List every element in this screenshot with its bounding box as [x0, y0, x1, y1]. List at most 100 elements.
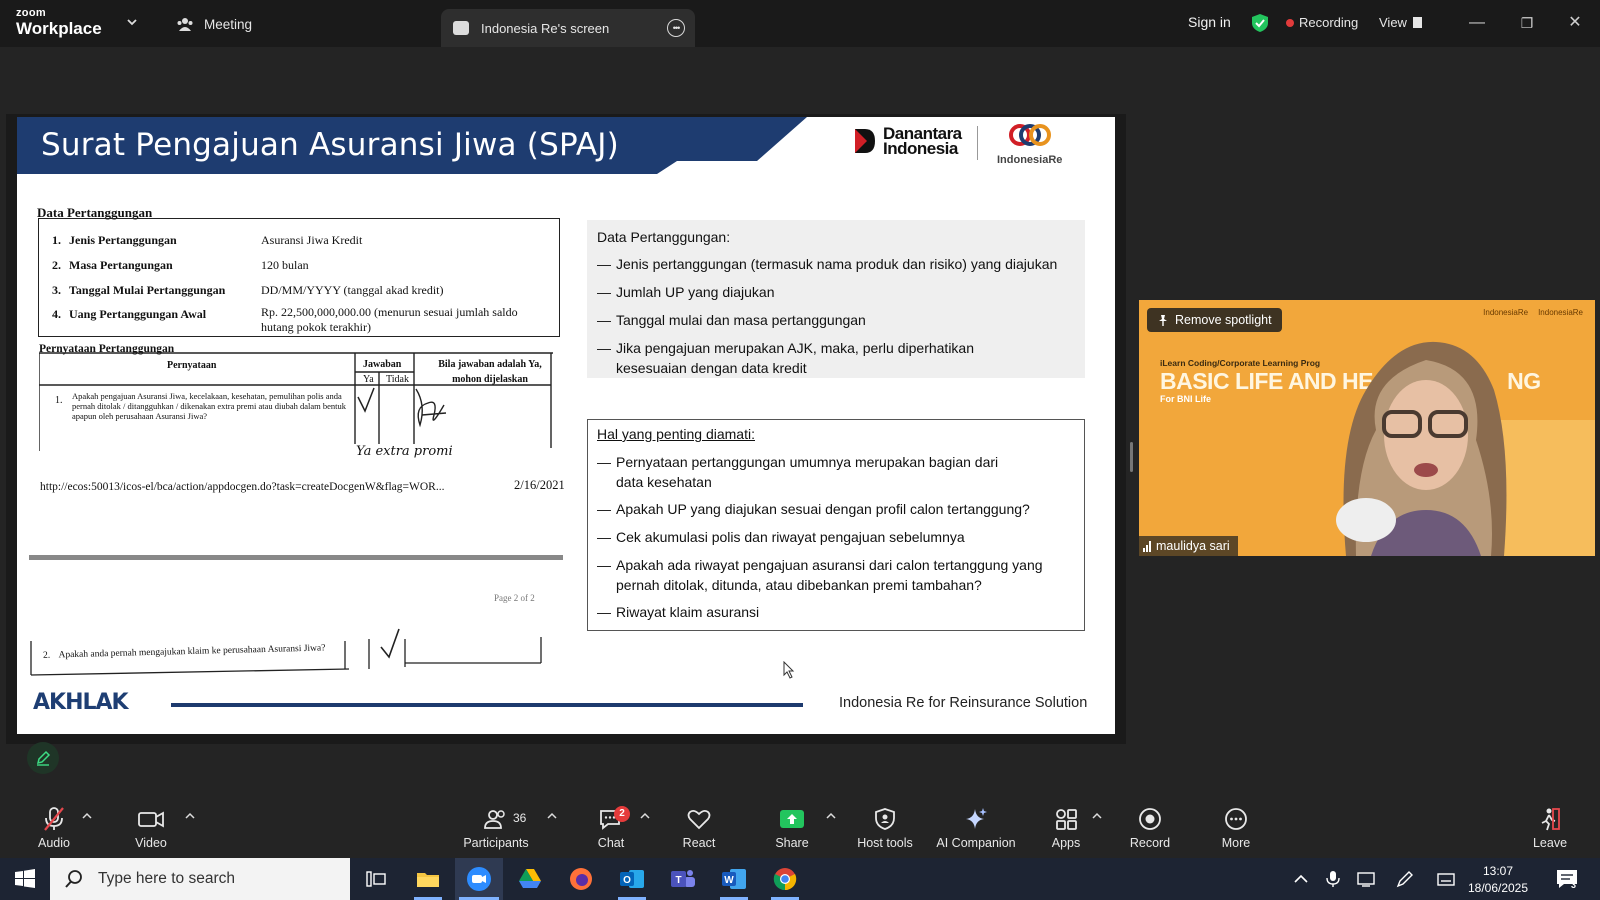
view-button[interactable]: View	[1379, 15, 1422, 30]
video-options-caret-icon[interactable]	[185, 812, 195, 820]
doc-row-value: DD/MM/YYYY (tanggal akad kredit)	[261, 283, 444, 297]
search-icon	[65, 870, 82, 888]
handwritten-note: Ya extra promi	[356, 444, 453, 459]
chat-options-caret-icon[interactable]	[640, 812, 650, 820]
record-button[interactable]: Record	[1110, 796, 1190, 856]
search-placeholder: Type here to search	[98, 870, 235, 887]
close-icon[interactable]: ✕	[1564, 12, 1586, 34]
share-options-caret-icon[interactable]	[826, 812, 836, 820]
word-icon[interactable]: W	[710, 858, 758, 900]
tab-shared-screen[interactable]: Indonesia Re's screen •••	[441, 9, 695, 47]
chat-unread-badge: 2	[614, 806, 630, 822]
apps-label: Apps	[1051, 836, 1081, 850]
recording-indicator[interactable]: Recording	[1286, 15, 1358, 30]
outlook-icon[interactable]: O	[608, 858, 656, 900]
firefox-icon[interactable]	[557, 858, 605, 900]
list-item: — Jumlah UP yang diajukan	[597, 282, 1075, 303]
doc-row-4: 4.	[52, 307, 61, 322]
participant-video-tile[interactable]: IndonesiaRe IndonesiaRe iLearn Coding/Cor…	[1139, 300, 1595, 556]
list-item-text: Riwayat klaim asuransi	[616, 604, 760, 620]
danantara-logo: Danantara Indonesia	[853, 125, 962, 157]
windows-start-icon[interactable]	[14, 868, 36, 890]
list-item: — Jenis pertanggungan (termasuk nama prod…	[597, 254, 1075, 275]
doc-page-number: Page 2 of 2	[494, 593, 535, 603]
video-bg-course: iLearn Coding/Corporate Learning Prog	[1160, 358, 1321, 368]
annotate-button[interactable]	[27, 742, 59, 774]
react-label: React	[682, 836, 716, 850]
audio-options-caret-icon[interactable]	[82, 812, 92, 820]
doc-row-label-text: Masa Pertangungan	[69, 258, 173, 272]
share-label: Share	[775, 836, 809, 850]
bullet-dash: —	[597, 557, 611, 573]
chat-button[interactable]: Chat	[571, 796, 651, 856]
audio-button[interactable]: Audio	[14, 796, 94, 856]
teams-icon[interactable]: T	[659, 858, 707, 900]
more-options-icon[interactable]: •••	[667, 19, 685, 37]
doc-row-3: 3.	[52, 283, 61, 298]
tray-pen-icon[interactable]	[1396, 870, 1414, 888]
doc-row-label-text: Jenis Pertanggungan	[69, 233, 177, 247]
tray-keyboard-icon[interactable]	[1437, 870, 1455, 888]
more-button[interactable]: More	[1196, 796, 1276, 856]
remove-spotlight-label: Remove spotlight	[1175, 313, 1272, 327]
panel-resize-handle[interactable]	[1130, 442, 1133, 472]
tab-meeting[interactable]: Meeting	[176, 14, 252, 34]
video-bg-logo: IndonesiaRe	[1483, 308, 1529, 317]
participants-options-caret-icon[interactable]	[547, 812, 557, 820]
record-icon	[1139, 808, 1161, 830]
share-button[interactable]: Share	[752, 796, 832, 856]
react-button[interactable]: React	[659, 796, 739, 856]
zoom-workplace-logo: zoom Workplace	[16, 8, 102, 38]
sign-in-button[interactable]: Sign in	[1188, 14, 1231, 30]
taskbar-clock[interactable]: 13:07 18/06/2025	[1463, 863, 1533, 897]
svg-text:O: O	[623, 875, 631, 886]
doc-row-value: 120 bulan	[261, 258, 309, 272]
task-view-icon[interactable]	[352, 858, 400, 900]
chevron-down-icon[interactable]	[126, 16, 138, 28]
q2-number: 2.	[42, 650, 51, 661]
recording-label: Recording	[1299, 15, 1359, 30]
more-dots-icon	[1225, 808, 1247, 830]
tray-display-icon[interactable]	[1357, 870, 1375, 888]
chrome-icon[interactable]	[761, 858, 809, 900]
bullet-dash: —	[597, 312, 611, 328]
apps-icon	[1056, 809, 1077, 830]
taskbar-search-box[interactable]: Type here to search	[50, 858, 350, 900]
ai-companion-label: AI Companion	[936, 836, 1016, 850]
bullet-dash: —	[597, 256, 611, 272]
host-tools-label: Host tools	[857, 836, 913, 850]
tab-shared-screen-label: Indonesia Re's screen	[481, 20, 610, 36]
apps-button[interactable]: Apps	[1026, 796, 1106, 856]
doc-row-label: Masa Pertangungan	[69, 258, 173, 273]
tray-microphone-icon[interactable]	[1324, 870, 1342, 888]
q1-text: Apakah pengajuan Asuransi Jiwa, kecelaka…	[72, 391, 347, 421]
chat-label: Chat	[597, 836, 625, 850]
list-item: — Apakah UP yang diajukan sesuai dengan p…	[597, 499, 1075, 520]
remove-spotlight-button[interactable]: Remove spotlight	[1147, 308, 1282, 332]
meeting-toolbar: Audio Video Participants 36 Chat 2 React…	[0, 796, 1600, 856]
panel1-heading: Data Pertanggungan:	[597, 229, 731, 245]
list-item-text: Jumlah UP yang diajukan	[616, 284, 775, 300]
leave-button[interactable]: Leave	[1510, 796, 1590, 856]
windows-taskbar: Type here to search O T W 13:07 18/06/20…	[0, 858, 1600, 900]
ai-companion-button[interactable]: AI Companion	[931, 796, 1021, 856]
video-camera-icon	[138, 811, 164, 828]
microphone-muted-icon	[44, 807, 64, 831]
show-hidden-icons-chevron-icon[interactable]	[1292, 870, 1310, 888]
security-shield-icon[interactable]	[1251, 13, 1269, 33]
apps-options-caret-icon[interactable]	[1092, 812, 1102, 820]
video-bg-logo: IndonesiaRe	[1538, 308, 1583, 317]
google-drive-icon[interactable]	[506, 858, 554, 900]
host-tools-button[interactable]: Host tools	[845, 796, 925, 856]
bullet-dash: —	[597, 604, 611, 620]
doc-row-1: 1.	[52, 233, 61, 248]
restore-icon[interactable]: ❐	[1516, 12, 1538, 34]
file-explorer-icon[interactable]	[404, 858, 452, 900]
list-item: — Pernyataan pertanggungan umumnya merupa…	[597, 452, 1075, 492]
footer-line	[171, 703, 803, 707]
zoom-taskbar-icon[interactable]	[455, 858, 503, 900]
doc-row-label: Tanggal Mulai Pertanggungan	[69, 283, 225, 298]
video-button[interactable]: Video	[111, 796, 191, 856]
minimize-icon[interactable]: —	[1466, 12, 1488, 34]
participants-button[interactable]: Participants	[456, 796, 536, 856]
